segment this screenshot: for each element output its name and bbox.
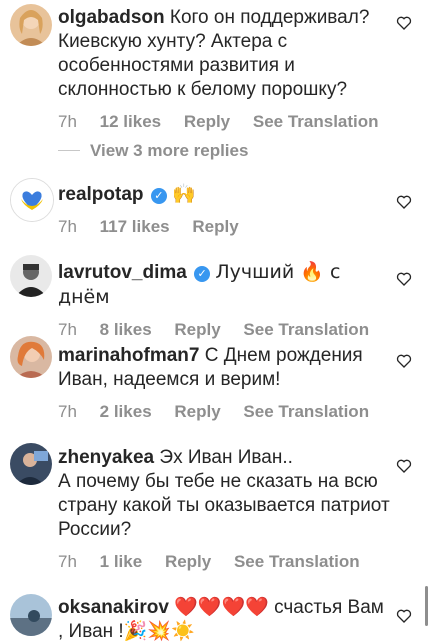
like-heart-icon[interactable] [396,271,412,287]
likes-count[interactable]: 2 likes [100,402,152,421]
timestamp: 7h [58,552,77,571]
comment-text: oksanakirov ❤️❤️❤️❤️ счастья Вам , Иван … [58,596,390,644]
likes-count[interactable]: 12 likes [100,112,161,131]
comment-meta: 7h 12 likes Reply See Translation [58,112,390,132]
timestamp: 7h [58,217,77,236]
see-translation-button[interactable]: See Translation [234,552,360,571]
reply-button[interactable]: Reply [192,217,238,236]
username[interactable]: realpotap [58,184,144,205]
avatar[interactable] [10,255,52,297]
likes-count[interactable]: 1 like [100,552,143,571]
avatar[interactable] [10,4,52,46]
reply-button[interactable]: Reply [165,552,211,571]
divider-line [58,150,80,151]
comment-text: realpotap ✓ 🙌 [58,182,390,207]
timestamp: 7h [58,402,77,421]
reply-button[interactable]: Reply [174,402,220,421]
comment-meta: 7h 1 like Reply See Translation [58,552,390,572]
see-translation-button[interactable]: See Translation [243,402,369,421]
username[interactable]: olgabadson [58,7,165,28]
view-more-replies[interactable]: View 3 more replies [58,141,248,161]
avatar[interactable] [10,594,52,636]
like-heart-icon[interactable] [396,458,412,474]
comment-message: Эх Иван Иван.. [159,447,293,468]
reply-button[interactable]: Reply [184,112,230,131]
avatar[interactable] [10,336,52,378]
username[interactable]: lavrutov_dima [58,262,187,283]
likes-count[interactable]: 117 likes [100,217,170,236]
comment-message-continued: А почему бы тебе не сказать на всю стран… [58,471,390,540]
username[interactable]: oksanakirov [58,597,169,618]
comment-text: olgabadson Кого он поддерживал? Киевскую… [58,6,390,102]
comment-meta: 7h 117 likes Reply [58,217,390,237]
comment-meta: 7h 2 likes Reply See Translation [58,402,390,422]
comment-text: lavrutov_dima ✓ Лучший 🔥 с днём [58,260,390,310]
likes-count[interactable]: 8 likes [100,320,152,339]
reply-button[interactable]: Reply [174,320,220,339]
see-translation-button[interactable]: See Translation [243,320,369,339]
comment-text: zhenyakea Эх Иван Иван.. А почему бы теб… [58,446,390,542]
timestamp: 7h [58,320,77,339]
avatar[interactable] [10,443,52,485]
timestamp: 7h [58,112,77,131]
verified-badge-icon: ✓ [194,266,211,282]
like-heart-icon[interactable] [396,608,412,624]
see-translation-button[interactable]: See Translation [253,112,379,131]
like-heart-icon[interactable] [396,15,412,31]
comment-meta: 7h 8 likes Reply See Translation [58,320,390,340]
comment-message: 🙌 [172,183,196,205]
like-heart-icon[interactable] [396,353,412,369]
avatar[interactable] [10,178,54,222]
like-heart-icon[interactable] [396,194,412,210]
scrollbar[interactable] [425,586,428,626]
username[interactable]: marinahofman7 [58,345,199,366]
username[interactable]: zhenyakea [58,447,154,468]
verified-badge-icon: ✓ [150,188,167,204]
view-more-replies-label[interactable]: View 3 more replies [90,141,248,160]
comment-text: marinahofman7 С Днем рождения Иван, наде… [58,344,390,392]
